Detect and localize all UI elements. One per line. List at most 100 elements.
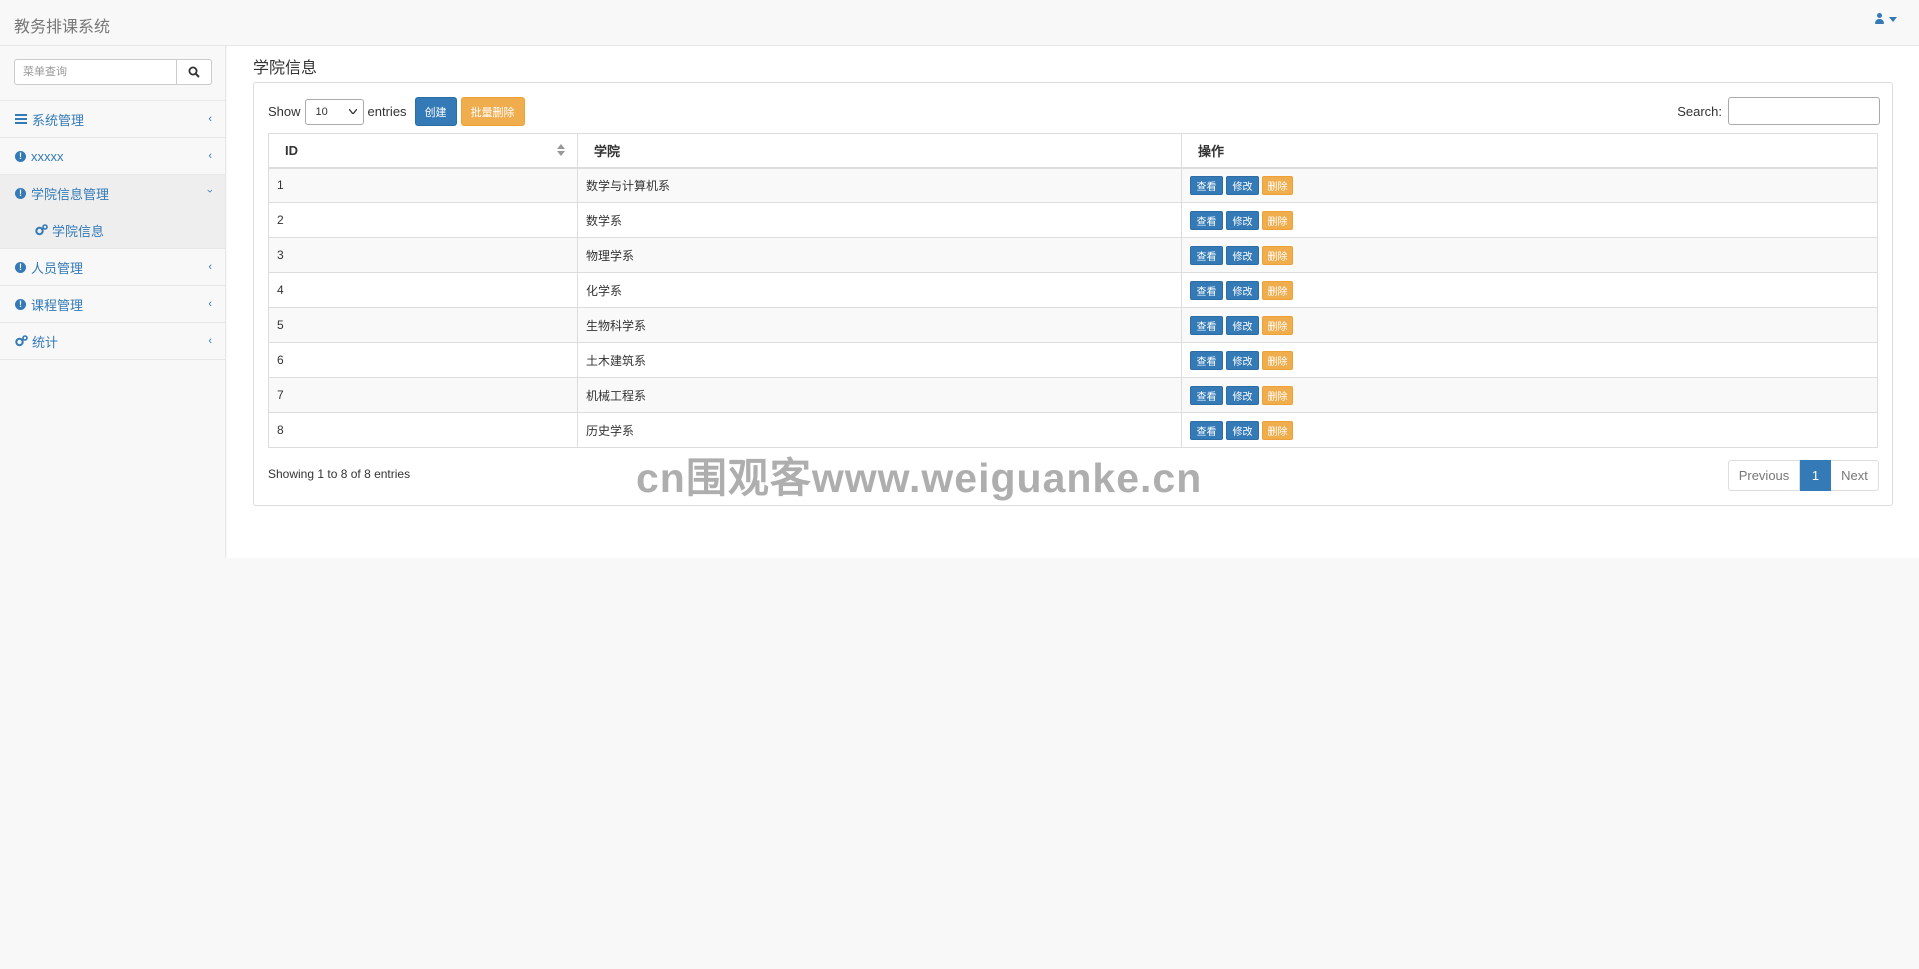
cell-id: 5	[268, 307, 578, 343]
info-circle-icon: !	[15, 150, 26, 162]
batch-delete-button[interactable]: 批量删除	[460, 97, 525, 126]
table-row: 6 土木建筑系 查看 修改 删除	[268, 342, 1878, 378]
cell-actions: 查看 修改 删除	[1181, 412, 1878, 448]
cell-id: 8	[268, 412, 578, 448]
chevron-left-icon: ‹	[208, 150, 212, 162]
cell-id: 2	[268, 202, 578, 238]
table-search-input[interactable]	[1728, 97, 1880, 125]
edit-button[interactable]: 修改	[1226, 245, 1259, 265]
cell-college: 土木建筑系	[577, 342, 1182, 378]
page-title: 学院信息	[253, 60, 318, 77]
column-header-college: 学院	[577, 133, 1182, 169]
sidebar-subitem-label: 学院信息	[52, 223, 105, 239]
delete-button[interactable]: 删除	[1262, 385, 1293, 405]
edit-button[interactable]: 修改	[1226, 350, 1259, 370]
edit-button[interactable]: 修改	[1226, 420, 1259, 440]
page-1-button[interactable]: 1	[1800, 460, 1831, 491]
length-control: Show 10 entries 创建 批量删除	[268, 97, 525, 126]
chevron-left-icon: ‹	[208, 113, 212, 125]
cell-actions: 查看 修改 删除	[1181, 167, 1878, 203]
sidebar-item-label: 人员管理	[31, 260, 84, 276]
cell-college: 生物科学系	[577, 307, 1182, 343]
submenu-college: 学院信息	[0, 212, 225, 249]
view-button[interactable]: 查看	[1190, 175, 1223, 195]
view-button[interactable]: 查看	[1190, 350, 1223, 370]
chevron-down-icon: ‹	[204, 189, 217, 193]
sidebar-item-course[interactable]: ! 课程管理 ‹	[0, 286, 225, 323]
sidebar: 系统管理 ‹ ! xxxxx ‹ ! 学院信息管理 ‹ 学院信息 ! 人员管理 …	[0, 46, 226, 558]
cell-college: 历史学系	[577, 412, 1182, 448]
delete-button[interactable]: 删除	[1262, 175, 1293, 195]
info-circle-icon: !	[15, 261, 26, 273]
chevron-left-icon: ‹	[208, 298, 212, 310]
view-button[interactable]: 查看	[1190, 420, 1223, 440]
next-page-button[interactable]: Next	[1831, 460, 1879, 491]
table-row: 3 物理学系 查看 修改 删除	[268, 237, 1878, 273]
search-label: Search:	[1677, 103, 1722, 119]
view-button[interactable]: 查看	[1190, 210, 1223, 230]
bars-icon	[15, 113, 27, 125]
menu-search-button[interactable]	[177, 59, 212, 85]
cell-college: 数学系	[577, 202, 1182, 238]
previous-page-button[interactable]: Previous	[1728, 460, 1800, 491]
sidebar-item-personnel[interactable]: ! 人员管理 ‹	[0, 249, 225, 286]
info-circle-icon: !	[15, 298, 26, 310]
sidebar-item-label: 课程管理	[31, 297, 84, 313]
menu-search-input[interactable]	[14, 59, 177, 85]
cell-actions: 查看 修改 删除	[1181, 202, 1878, 238]
view-button[interactable]: 查看	[1190, 385, 1223, 405]
cell-college: 机械工程系	[577, 377, 1182, 413]
app-title[interactable]: 教务排课系统	[14, 13, 110, 37]
view-button[interactable]: 查看	[1190, 315, 1223, 335]
page-length-select[interactable]: 10	[304, 98, 364, 125]
delete-button[interactable]: 删除	[1262, 245, 1293, 265]
cell-id: 4	[268, 272, 578, 308]
main-content: 学院信息 Show 10 entries 创建 批量删除 Search: ID	[227, 46, 1919, 558]
table-filter: Search:	[1677, 97, 1880, 125]
sidebar-item-label: 系统管理	[32, 112, 85, 128]
view-button[interactable]: 查看	[1190, 280, 1223, 300]
edit-button[interactable]: 修改	[1226, 280, 1259, 300]
table-row: 8 历史学系 查看 修改 删除	[268, 412, 1878, 448]
sidebar-item-system[interactable]: 系统管理 ‹	[0, 101, 225, 138]
select-arrow-icon	[348, 109, 357, 114]
entries-label: entries	[367, 104, 407, 119]
cell-actions: 查看 修改 删除	[1181, 237, 1878, 273]
create-button[interactable]: 创建	[414, 97, 457, 126]
delete-button[interactable]: 删除	[1262, 280, 1293, 300]
college-table: ID 学院 操作 1 数学与计算机系 查看 修改 删除 2 数学系 查看 修改 删除 3 物理学系 查看…	[268, 133, 1878, 448]
table-info: Showing 1 to 8 of 8 entries	[268, 467, 411, 481]
gears-icon	[35, 224, 48, 236]
edit-button[interactable]: 修改	[1226, 210, 1259, 230]
show-label: Show	[268, 104, 301, 119]
delete-button[interactable]: 删除	[1262, 420, 1293, 440]
info-circle-icon: !	[15, 188, 26, 199]
sidebar-item-label: xxxxx	[31, 148, 64, 164]
view-button[interactable]: 查看	[1190, 245, 1223, 265]
column-header-id[interactable]: ID	[268, 133, 578, 169]
edit-button[interactable]: 修改	[1226, 175, 1259, 195]
delete-button[interactable]: 删除	[1262, 210, 1293, 230]
delete-button[interactable]: 删除	[1262, 315, 1293, 335]
edit-button[interactable]: 修改	[1226, 385, 1259, 405]
cell-id: 7	[268, 377, 578, 413]
cell-id: 3	[268, 237, 578, 273]
cell-actions: 查看 修改 删除	[1181, 272, 1878, 308]
table-panel: Show 10 entries 创建 批量删除 Search: ID 学院 操作…	[253, 82, 1893, 506]
edit-button[interactable]: 修改	[1226, 315, 1259, 335]
cell-college: 化学系	[577, 272, 1182, 308]
user-icon	[1874, 13, 1885, 25]
sidebar-subitem-college-info[interactable]: 学院信息	[0, 212, 225, 248]
sidebar-item-label: 学院信息管理	[31, 187, 110, 202]
delete-button[interactable]: 删除	[1262, 350, 1293, 370]
table-row: 7 机械工程系 查看 修改 删除	[268, 377, 1878, 413]
caret-down-icon	[1889, 16, 1897, 22]
sidebar-item-xxxxx[interactable]: ! xxxxx ‹	[0, 138, 225, 175]
cell-actions: 查看 修改 删除	[1181, 307, 1878, 343]
user-menu-toggle[interactable]	[1874, 13, 1897, 25]
sidebar-item-college-management[interactable]: ! 学院信息管理 ‹	[0, 175, 225, 212]
cell-actions: 查看 修改 删除	[1181, 342, 1878, 378]
pagination: Previous 1 Next	[1728, 460, 1879, 491]
sidebar-item-statistics[interactable]: 统计 ‹	[0, 323, 225, 360]
cell-id: 6	[268, 342, 578, 378]
